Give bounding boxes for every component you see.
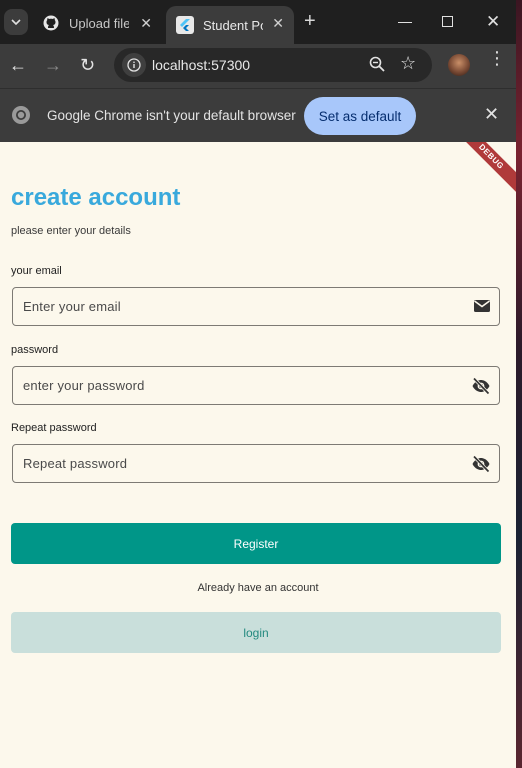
zoom-icon[interactable]	[368, 55, 386, 78]
tab-student-portal[interactable]: Student Portal ✕	[166, 6, 294, 44]
repeat-password-label: Repeat password	[11, 422, 97, 434]
site-info-icon[interactable]	[122, 53, 146, 77]
more-menu-icon[interactable]: ⋮	[488, 49, 506, 67]
page-title: create account	[11, 184, 181, 211]
password-placeholder: enter your password	[23, 378, 145, 393]
password-label: password	[11, 344, 59, 356]
repeat-password-field[interactable]: Repeat password	[12, 444, 500, 483]
register-button[interactable]: Register	[11, 523, 501, 564]
repeat-password-placeholder: Repeat password	[23, 456, 128, 471]
email-label: your email	[11, 265, 62, 277]
profile-avatar[interactable]	[448, 54, 470, 76]
browser-toolbar: ← → ↻ localhost:57300 ☆ ⋮	[0, 44, 516, 88]
tab-title: Upload files	[69, 15, 129, 31]
infobar-message: Google Chrome isn't your default browser	[47, 108, 296, 123]
flutter-icon	[176, 16, 194, 34]
github-icon	[42, 14, 60, 32]
window-close-icon[interactable]: ✕	[486, 12, 500, 32]
visibility-off-icon[interactable]	[471, 376, 491, 401]
page-subtitle: please enter your details	[11, 225, 131, 237]
url-text: localhost:57300	[152, 57, 251, 73]
login-button[interactable]: login	[11, 612, 501, 653]
password-field[interactable]: enter your password	[12, 366, 500, 405]
back-arrow-icon[interactable]: ←	[9, 56, 27, 74]
address-bar[interactable]: localhost:57300 ☆	[114, 48, 432, 82]
close-icon[interactable]: ✕	[140, 15, 152, 32]
chevron-down-icon	[11, 19, 21, 25]
email-field[interactable]: Enter your email	[12, 287, 500, 326]
chrome-icon	[11, 105, 31, 130]
already-have-account-text: Already have an account	[197, 582, 319, 594]
close-icon[interactable]: ✕	[484, 104, 499, 125]
visibility-off-icon[interactable]	[471, 454, 491, 479]
default-browser-infobar: Google Chrome isn't your default browser…	[0, 88, 516, 142]
app-page: DEBUG create account please enter your d…	[0, 142, 516, 768]
reload-icon[interactable]: ↻	[80, 56, 95, 74]
maximize-icon[interactable]	[442, 16, 453, 27]
desktop-background-edge	[516, 0, 522, 768]
tab-title: Student Portal	[203, 17, 263, 33]
debug-banner: DEBUG	[447, 142, 516, 201]
email-placeholder: Enter your email	[23, 299, 121, 314]
minimize-icon[interactable]	[398, 22, 412, 23]
tab-upload-files[interactable]: Upload files ✕	[32, 6, 162, 40]
tab-strip: Upload files ✕ Student Portal ✕ + ✕	[0, 0, 516, 44]
set-as-default-button[interactable]: Set as default	[304, 97, 416, 135]
bookmark-star-icon[interactable]: ☆	[400, 53, 416, 74]
close-icon[interactable]: ✕	[272, 15, 284, 32]
tab-search-button[interactable]	[4, 9, 28, 35]
mail-icon	[473, 297, 491, 320]
new-tab-icon[interactable]: +	[304, 11, 316, 31]
forward-arrow-icon[interactable]: →	[44, 56, 62, 74]
